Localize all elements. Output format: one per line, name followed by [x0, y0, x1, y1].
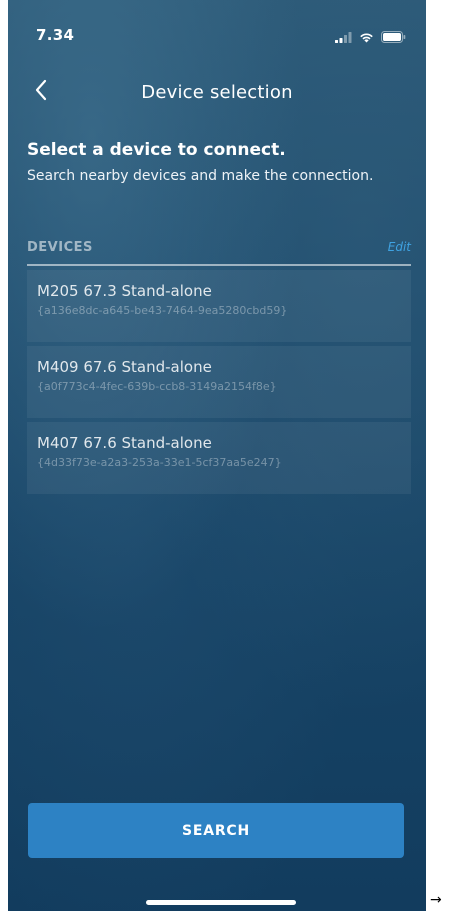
navigation-bar: Device selection — [8, 70, 426, 114]
battery-icon — [381, 28, 406, 47]
status-bar: 7.34 — [8, 0, 426, 60]
devices-section-header: DEVICES Edit — [27, 234, 411, 266]
phone-screen: 7.34 Device selection Select a device to… — [8, 0, 426, 911]
wifi-icon — [359, 28, 374, 47]
search-button[interactable]: SEARCH — [28, 803, 404, 858]
home-indicator — [146, 900, 296, 905]
edit-link[interactable]: Edit — [388, 240, 411, 254]
intro-description: Search nearby devices and make the conne… — [27, 168, 374, 184]
device-name: M407 67.6 Stand-alone — [37, 434, 212, 452]
device-item[interactable]: M409 67.6 Stand-alone {a0f773c4-4fec-639… — [27, 346, 411, 418]
intro-heading: Select a device to connect. — [27, 140, 286, 160]
device-id: {a136e8dc-a645-be43-7464-9ea5280cbd59} — [37, 304, 288, 317]
device-list: M205 67.3 Stand-alone {a136e8dc-a645-be4… — [27, 270, 411, 498]
intro-section: Select a device to connect. Search nearb… — [27, 140, 408, 186]
signal-icon — [335, 28, 352, 47]
device-id: {4d33f73e-a2a3-253a-33e1-5cf37aa5e247} — [37, 456, 282, 469]
device-item[interactable]: M407 67.6 Stand-alone {4d33f73e-a2a3-253… — [27, 422, 411, 494]
status-icons — [335, 28, 406, 47]
device-id: {a0f773c4-4fec-639b-ccb8-3149a2154f8e} — [37, 380, 277, 393]
device-item[interactable]: M205 67.3 Stand-alone {a136e8dc-a645-be4… — [27, 270, 411, 342]
device-name: M205 67.3 Stand-alone — [37, 282, 212, 300]
page-title: Device selection — [141, 82, 293, 103]
status-time: 7.34 — [36, 26, 75, 44]
device-name: M409 67.6 Stand-alone — [37, 358, 212, 376]
arrow-glyph: → — [430, 892, 442, 908]
devices-section-title: DEVICES — [27, 240, 93, 255]
